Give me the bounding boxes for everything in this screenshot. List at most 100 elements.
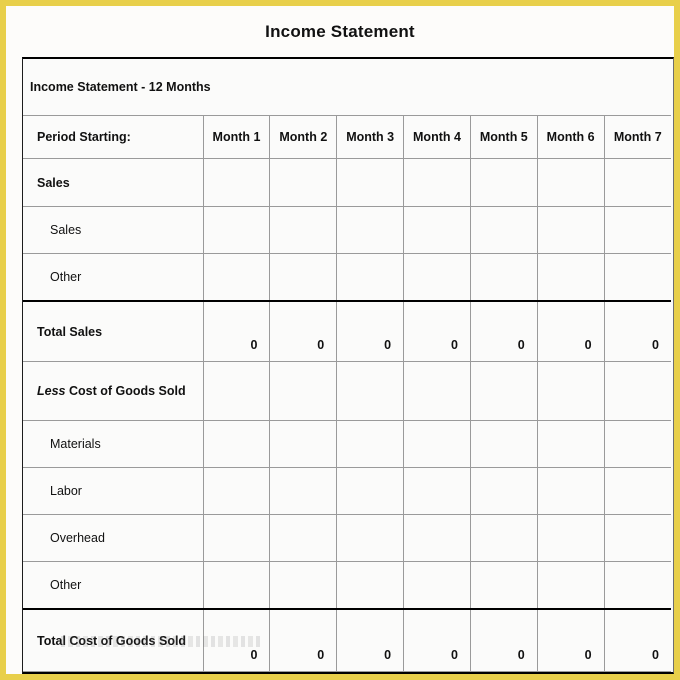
row-label: Other [23,561,204,610]
entry-cell[interactable] [604,420,671,468]
row-label: Sales [23,158,204,207]
entry-cell[interactable] [604,561,671,610]
period-starting-label: Period Starting: [23,115,204,159]
entry-cell[interactable] [269,467,338,515]
entry-cell[interactable] [403,514,471,562]
entry-cell[interactable] [203,561,271,610]
entry-cell[interactable] [336,514,405,562]
entry-cell[interactable] [203,361,271,421]
total-amount-cell[interactable]: 0 [537,300,605,362]
entry-cell[interactable] [403,158,471,207]
entry-cell[interactable] [269,514,338,562]
entry-cell[interactable] [336,206,405,254]
entry-cell[interactable] [203,420,271,468]
income-statement-sheet: Income Statement - 12 Months Period Start… [22,57,674,674]
column-header-month-1: Month 1 [203,115,271,159]
entry-cell[interactable] [403,361,471,421]
total-amount-cell[interactable]: 0 [336,608,405,672]
entry-cell[interactable] [336,253,405,302]
page-frame: Income Statement Income Statement - 12 M… [0,0,680,680]
entry-cell[interactable] [537,361,605,421]
entry-cell[interactable] [336,361,405,421]
total-amount-cell[interactable]: 0 [269,608,338,672]
entry-cell[interactable] [336,467,405,515]
entry-cell[interactable] [269,158,338,207]
entry-cell[interactable] [604,514,671,562]
sheet-banner-row: Income Statement - 12 Months [23,59,671,116]
section-row: Less Cost of Goods Sold [23,361,671,421]
entry-cell[interactable] [269,420,338,468]
entry-cell[interactable] [470,206,538,254]
column-header-month-7: Month 7 [604,115,671,159]
column-header-row: Period Starting: Month 1 Month 2 Month 3 Mon… [23,115,671,159]
entry-cell[interactable] [537,253,605,302]
column-header-month-2: Month 2 [269,115,338,159]
entry-cell[interactable] [403,420,471,468]
line-item-row: Labor [23,467,671,515]
total-amount-cell[interactable]: 0 [470,300,538,362]
row-label: Sales [23,206,204,254]
total-amount-cell[interactable]: 0 [336,300,405,362]
row-label: Labor [23,467,204,515]
entry-cell[interactable] [403,253,471,302]
entry-cell[interactable] [537,467,605,515]
entry-cell[interactable] [604,253,671,302]
entry-cell[interactable] [336,420,405,468]
total-amount-cell[interactable]: 0 [470,608,538,672]
entry-cell[interactable] [269,561,338,610]
entry-cell[interactable] [470,253,538,302]
entry-cell[interactable] [470,158,538,207]
entry-cell[interactable] [336,158,405,207]
column-header-month-3: Month 3 [336,115,405,159]
entry-cell[interactable] [537,206,605,254]
entry-cell[interactable] [537,158,605,207]
entry-cell[interactable] [269,206,338,254]
line-item-row: Other [23,253,671,302]
entry-cell[interactable] [269,253,338,302]
entry-cell[interactable] [604,206,671,254]
entry-cell[interactable] [203,206,271,254]
total-amount-cell[interactable]: 0 [537,608,605,672]
line-item-row: Other [23,561,671,610]
entry-cell[interactable] [403,206,471,254]
column-header-month-6: Month 6 [537,115,605,159]
total-amount-cell[interactable]: 0 [604,608,671,672]
entry-cell[interactable] [537,514,605,562]
row-label: Total Cost of Goods Sold [23,608,204,672]
entry-cell[interactable] [470,561,538,610]
entry-cell[interactable] [537,420,605,468]
total-row: Total Sales 0 0 0 0 0 0 0 [23,300,671,362]
entry-cell[interactable] [203,467,271,515]
entry-cell[interactable] [403,467,471,515]
entry-cell[interactable] [470,361,538,421]
row-label: Total Sales [23,300,204,362]
row-label: Materials [23,420,204,468]
total-amount-cell[interactable]: 0 [203,608,271,672]
entry-cell[interactable] [604,361,671,421]
column-header-month-5: Month 5 [470,115,538,159]
entry-cell[interactable] [470,467,538,515]
entry-cell[interactable] [604,158,671,207]
row-label: Overhead [23,514,204,562]
total-row: Total Cost of Goods Sold 0 0 0 0 0 0 0 [23,608,671,672]
total-amount-cell[interactable]: 0 [604,300,671,362]
entry-cell[interactable] [203,514,271,562]
entry-cell[interactable] [604,467,671,515]
section-row: Sales [23,158,671,207]
income-statement-table: Income Statement - 12 Months Period Start… [23,59,671,672]
table-body: Income Statement - 12 Months Period Start… [23,59,671,672]
total-amount-cell[interactable]: 0 [203,300,271,362]
column-header-month-4: Month 4 [403,115,471,159]
entry-cell[interactable] [403,561,471,610]
entry-cell[interactable] [203,253,271,302]
entry-cell[interactable] [470,514,538,562]
entry-cell[interactable] [537,561,605,610]
entry-cell[interactable] [470,420,538,468]
entry-cell[interactable] [269,361,338,421]
entry-cell[interactable] [336,561,405,610]
total-amount-cell[interactable]: 0 [269,300,338,362]
entry-cell[interactable] [203,158,271,207]
total-amount-cell[interactable]: 0 [403,608,471,672]
total-amount-cell[interactable]: 0 [403,300,471,362]
row-label: Other [23,253,204,302]
